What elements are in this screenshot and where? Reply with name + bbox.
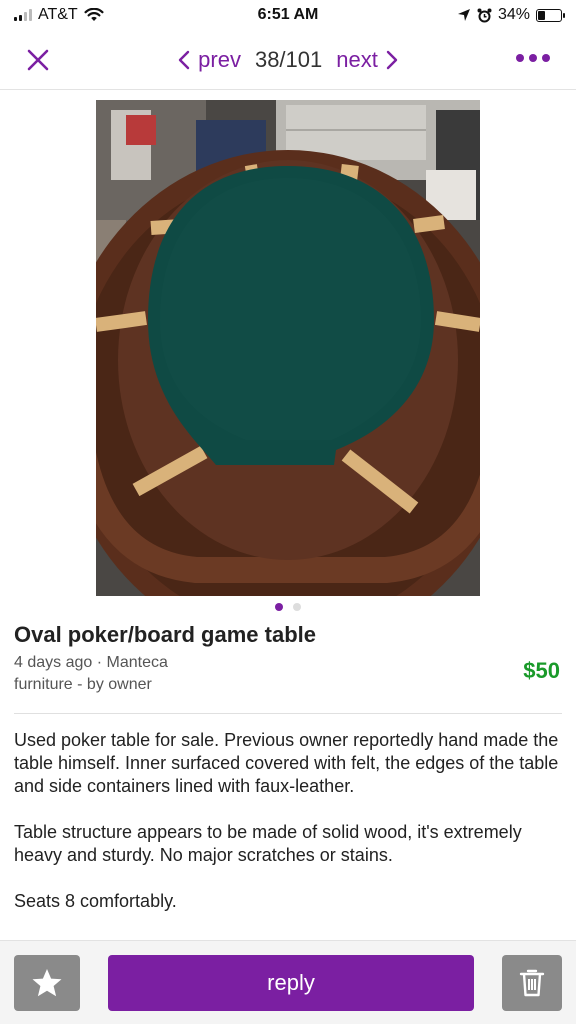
posted-info: 4 days ago · Manteca — [14, 654, 168, 671]
listing-photo[interactable] — [96, 100, 480, 596]
battery-icon — [536, 8, 565, 22]
signal-icon — [14, 9, 32, 21]
status-bar: AT&T 6:51 AM 34% — [0, 0, 576, 30]
carrier-label: AT&T — [38, 6, 78, 23]
description-paragraph: Table structure appears to be made of so… — [14, 822, 522, 865]
description-paragraph: Used poker table for sale. Previous owne… — [14, 730, 559, 796]
location-icon — [457, 9, 470, 21]
favorite-button[interactable] — [14, 955, 80, 1011]
poker-table-image — [96, 100, 480, 596]
alarm-icon — [477, 8, 492, 22]
wifi-icon — [84, 8, 104, 21]
chevron-left-icon — [178, 50, 190, 70]
prev-label: prev — [198, 47, 241, 72]
listing-title: Oval poker/board game table — [14, 622, 316, 647]
pager: prev 38/101 next — [0, 30, 576, 90]
carousel-dots — [0, 603, 576, 611]
next-label: next — [336, 47, 378, 72]
battery-percent: 34% — [497, 6, 530, 23]
action-bar: reply — [0, 940, 576, 1024]
next-button[interactable]: next — [336, 47, 398, 73]
battery-fill — [538, 10, 546, 20]
description-paragraph: Seats 8 comfortably. — [14, 891, 177, 911]
price-label: $50 — [523, 658, 560, 683]
star-icon — [32, 969, 62, 997]
reply-button[interactable]: reply — [108, 955, 474, 1011]
listing-description: Used poker table for sale. Previous owne… — [14, 729, 562, 939]
close-button[interactable] — [22, 44, 54, 76]
status-left: AT&T — [14, 6, 104, 24]
status-right: 34% — [457, 6, 565, 24]
listing-meta: 4 days ago · Manteca furniture - by owne… — [14, 652, 168, 696]
divider — [14, 713, 562, 714]
nav-bar: prev 38/101 next — [0, 30, 576, 90]
pager-position: 38/101 — [254, 47, 323, 72]
delete-button[interactable] — [502, 955, 562, 1011]
close-icon — [27, 49, 49, 71]
carousel-dot[interactable] — [293, 603, 301, 611]
category-info: furniture - by owner — [14, 676, 152, 693]
chevron-right-icon — [386, 50, 398, 70]
trash-icon — [519, 969, 545, 997]
prev-button[interactable]: prev — [178, 47, 241, 73]
more-icon[interactable] — [516, 54, 550, 62]
carousel-dot[interactable] — [275, 603, 283, 611]
